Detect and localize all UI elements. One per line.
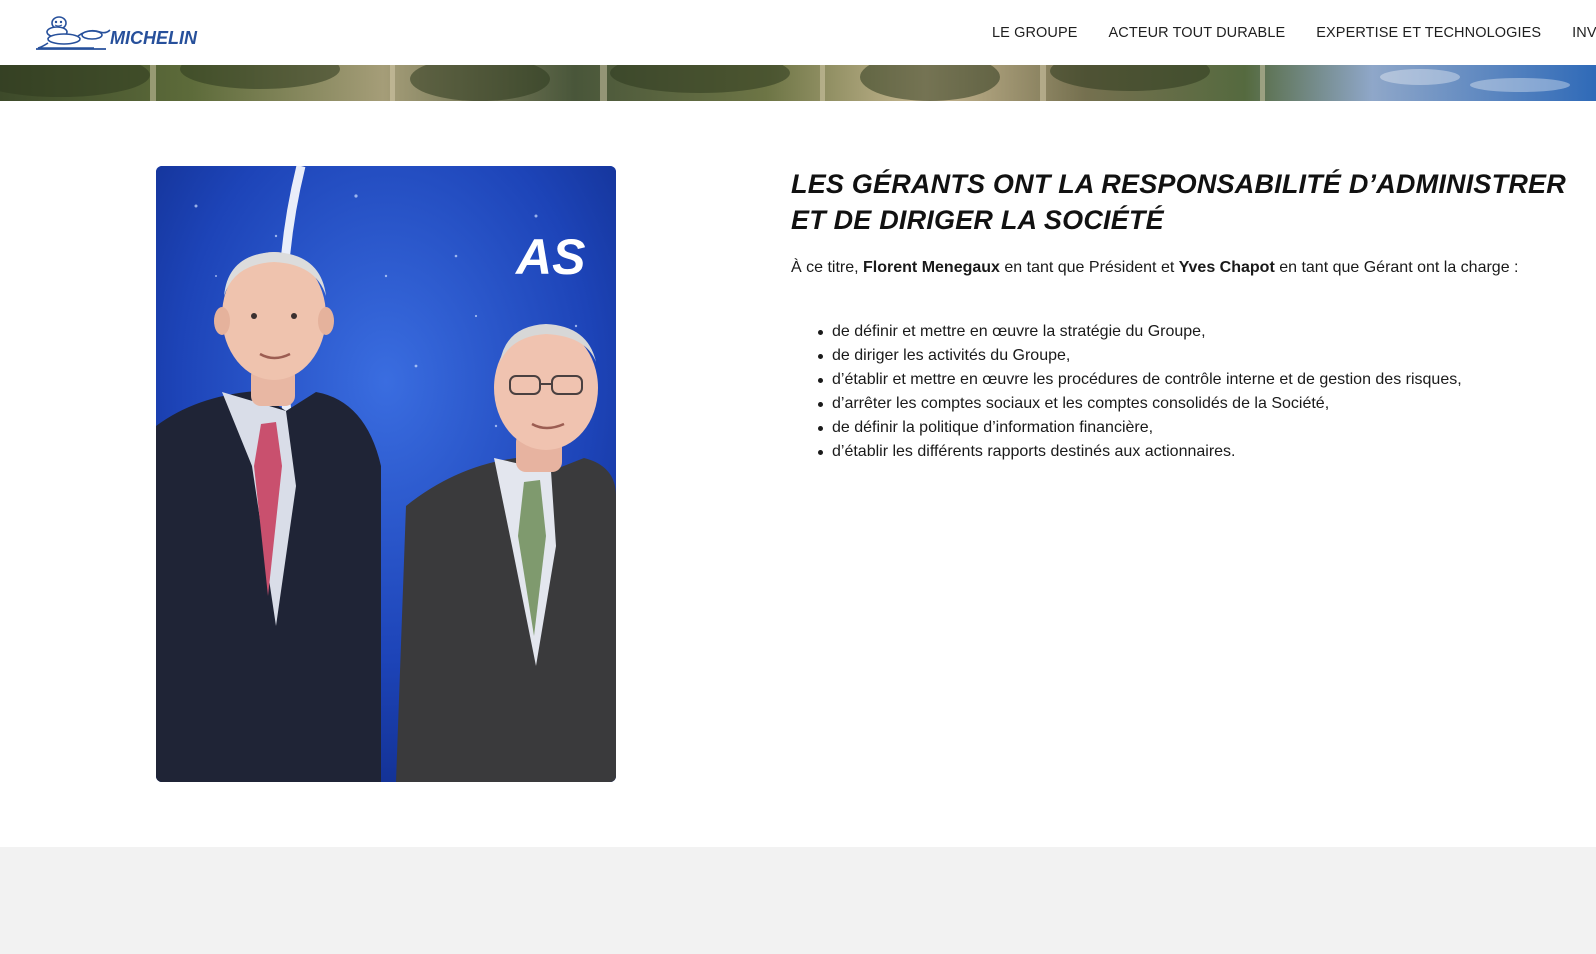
list-item: de définir et mettre en œuvre la stratég…	[818, 320, 1572, 344]
trees-sky-image	[0, 65, 1596, 101]
list-item: d’établir les différents rapports destin…	[818, 440, 1572, 464]
executives-photo: AS	[156, 166, 616, 782]
intro-paragraph: À ce titre, Florent Menegaux en tant que…	[791, 256, 1581, 280]
main-navigation: LE GROUPE ACTEUR TOUT DURABLE EXPERTISE …	[992, 0, 1596, 65]
two-executives-photo-icon: AS	[156, 166, 616, 782]
nav-item-le-groupe[interactable]: LE GROUPE	[992, 25, 1078, 41]
nav-item-expertise-technologies[interactable]: EXPERTISE ET TECHNOLOGIES	[1316, 25, 1541, 41]
intro-suffix: en tant que Gérant ont la charge :	[1274, 259, 1519, 276]
duties-list: de définir et mettre en œuvre la stratég…	[818, 320, 1572, 464]
list-item: d’établir et mettre en œuvre les procédu…	[818, 368, 1572, 392]
list-item: de définir la politique d’information fi…	[818, 416, 1572, 440]
nav-item-acteur-tout-durable[interactable]: ACTEUR TOUT DURABLE	[1109, 25, 1286, 41]
site-header: MICHELIN LE GROUPE ACTEUR TOUT DURABLE E…	[0, 0, 1596, 65]
intro-prefix: À ce titre,	[791, 259, 864, 276]
section-title: LES GÉRANTS ONT LA RESPONSABILITÉ D’ADMI…	[791, 169, 1566, 235]
nav-item-investisseurs[interactable]: INVESTISSEU	[1572, 25, 1596, 41]
list-item: d’arrêter les comptes sociaux et les com…	[818, 392, 1572, 416]
footer-band	[0, 847, 1596, 954]
manager-name: Yves Chapot	[1178, 259, 1275, 276]
michelin-logo-icon[interactable]: MICHELIN	[34, 14, 218, 50]
president-name: Florent Menegaux	[863, 259, 1000, 276]
intro-middle: en tant que Président et	[999, 259, 1179, 276]
svg-text:MICHELIN: MICHELIN	[110, 28, 198, 48]
list-item: de diriger les activités du Groupe,	[818, 344, 1572, 368]
svg-text:AS: AS	[514, 229, 585, 285]
